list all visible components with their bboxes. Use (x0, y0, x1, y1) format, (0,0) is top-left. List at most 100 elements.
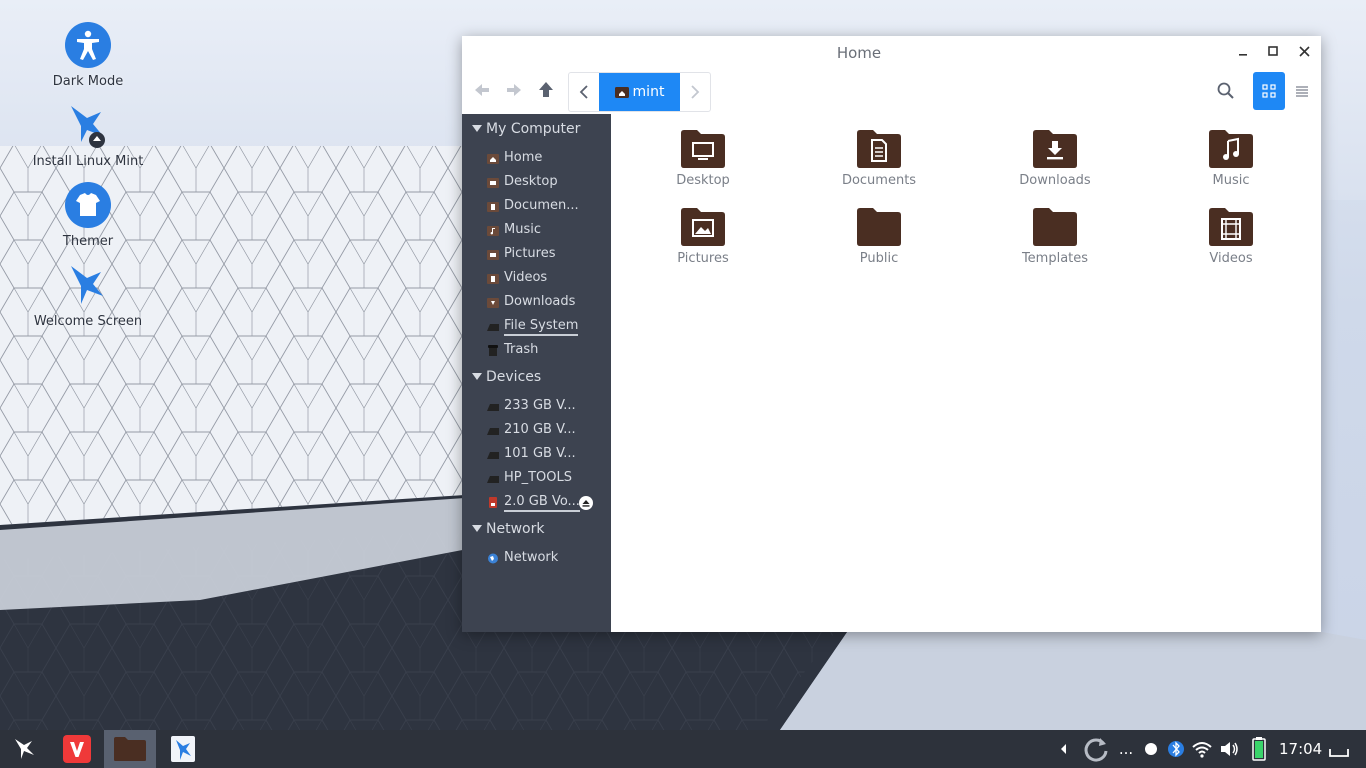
drive-icon (487, 452, 499, 459)
picture-icon (487, 250, 499, 260)
desktop-icon-label: Install Linux Mint (32, 154, 144, 169)
taskbar-vivaldi[interactable] (52, 730, 102, 768)
sidebar-item-device-1[interactable]: 233 GB V... (462, 395, 611, 419)
forward-arrow-icon[interactable] (499, 75, 529, 105)
section-title: Network (486, 521, 545, 537)
collapse-triangle-icon (472, 525, 482, 532)
bluetooth-icon[interactable] (1168, 739, 1184, 759)
folder-downloads[interactable]: Downloads (985, 129, 1125, 188)
tray-overflow[interactable]: ... (1118, 739, 1134, 759)
collapse-triangle-icon (472, 125, 482, 132)
desktop-icon-install-linux-mint[interactable]: Install Linux Mint (23, 102, 153, 169)
search-icon[interactable] (1214, 79, 1238, 103)
close-icon[interactable] (1295, 42, 1315, 62)
eject-icon[interactable] (579, 496, 593, 510)
sidebar-item-device-3[interactable]: 101 GB V... (462, 443, 611, 467)
folder-label: Pictures (677, 251, 729, 266)
folder-documents[interactable]: Documents (809, 129, 949, 188)
installer-bird-icon (71, 106, 105, 148)
sidebar-section-my-computer[interactable]: My Computer (462, 119, 611, 143)
tray-collapse-icon[interactable] (1057, 739, 1071, 759)
sd-card-icon (489, 497, 497, 508)
folder-label: Documents (841, 173, 917, 188)
up-arrow-icon[interactable] (531, 75, 561, 105)
taskbar-file-manager[interactable] (104, 730, 156, 768)
drive-icon (487, 428, 499, 435)
path-back-button[interactable] (569, 73, 599, 111)
wifi-icon[interactable] (1192, 739, 1212, 759)
maximize-icon[interactable] (1263, 42, 1283, 62)
sidebar-item-documents[interactable]: Documen... (462, 195, 611, 219)
sidebar-item-label: 101 GB V... (504, 446, 576, 461)
breadcrumb-label: mint (632, 84, 665, 100)
sidebar-item-network[interactable]: Network (462, 547, 611, 571)
sidebar-item-label: 233 GB V... (504, 398, 576, 413)
taskbar-welcome[interactable] (158, 730, 208, 768)
sidebar-item-home[interactable]: Home (462, 147, 611, 171)
home-icon (487, 154, 499, 164)
download-folder-icon (1033, 130, 1077, 168)
sidebar-item-label: HP_TOOLS (504, 470, 573, 485)
folder-music[interactable]: Music (1161, 129, 1301, 188)
record-icon[interactable] (1144, 739, 1158, 759)
grid-icon (1262, 84, 1276, 98)
titlebar[interactable]: Home (462, 36, 1321, 68)
video-icon (487, 274, 499, 284)
sidebar: My Computer Home Desktop Documen... Musi… (462, 114, 611, 632)
sidebar-item-music[interactable]: Music (462, 219, 611, 243)
music-icon (487, 226, 499, 236)
sidebar-section-network[interactable]: Network (462, 519, 611, 543)
path-bar: mint (568, 72, 711, 112)
sidebar-item-downloads[interactable]: Downloads (462, 291, 611, 315)
desktop-icon-themer[interactable]: Themer (23, 182, 153, 249)
folder-videos[interactable]: Videos (1161, 207, 1301, 266)
clock[interactable]: 17:04 (1279, 740, 1322, 758)
sidebar-item-label: Desktop (504, 174, 558, 189)
show-desktop-icon[interactable] (1328, 739, 1350, 759)
menu-bird-icon (15, 739, 34, 759)
sidebar-item-videos[interactable]: Videos (462, 267, 611, 291)
desktop-icon-label: Themer (62, 234, 114, 249)
taskbar: ... 17:04 (0, 730, 1366, 768)
folder-label: Videos (1209, 251, 1253, 266)
path-forward-button[interactable] (680, 73, 710, 111)
desktop-icon-dark-mode[interactable]: Dark Mode (23, 22, 153, 89)
sidebar-item-device-2[interactable]: 210 GB V... (462, 419, 611, 443)
volume-icon[interactable] (1219, 739, 1239, 759)
folder-label: Music (1212, 173, 1250, 188)
folder-public[interactable]: Public (809, 207, 949, 266)
sidebar-item-desktop[interactable]: Desktop (462, 171, 611, 195)
folder-templates[interactable]: Templates (985, 207, 1125, 266)
picture-folder-icon (681, 208, 725, 246)
folder-desktop[interactable]: Desktop (633, 129, 773, 188)
icon-view-button[interactable] (1253, 72, 1285, 110)
sidebar-item-label: 210 GB V... (504, 422, 576, 437)
sidebar-item-label: Trash (504, 342, 539, 357)
file-manager-window: Home mint My Computer Home Desktop Docum… (462, 36, 1321, 632)
sidebar-section-devices[interactable]: Devices (462, 367, 611, 391)
desktop-icon-welcome-screen[interactable]: Welcome Screen (23, 262, 153, 329)
sidebar-item-pictures[interactable]: Pictures (462, 243, 611, 267)
list-icon (1296, 86, 1308, 97)
sidebar-item-device-4[interactable]: HP_TOOLS (462, 467, 611, 491)
folder-label: Desktop (676, 173, 730, 188)
section-title: Devices (486, 369, 542, 385)
sidebar-item-device-5[interactable]: 2.0 GB Vo... (462, 491, 611, 515)
document-folder-icon (857, 130, 901, 168)
sidebar-item-label: Documen... (504, 198, 579, 213)
globe-icon (488, 553, 498, 564)
sidebar-item-file-system[interactable]: File System (462, 315, 611, 339)
trash-icon (488, 345, 498, 356)
folder-label: Templates (1021, 251, 1089, 266)
back-arrow-icon[interactable] (467, 75, 497, 105)
sidebar-item-trash[interactable]: Trash (462, 339, 611, 363)
drive-icon (487, 404, 499, 411)
breadcrumb-home[interactable]: mint (599, 73, 680, 111)
start-menu-button[interactable] (0, 730, 50, 768)
battery-icon[interactable] (1252, 737, 1266, 761)
folder-pictures[interactable]: Pictures (633, 207, 773, 266)
update-icon[interactable] (1082, 735, 1110, 763)
list-view-button[interactable] (1288, 72, 1316, 110)
minimize-icon[interactable] (1234, 42, 1254, 62)
section-title: My Computer (486, 121, 581, 137)
